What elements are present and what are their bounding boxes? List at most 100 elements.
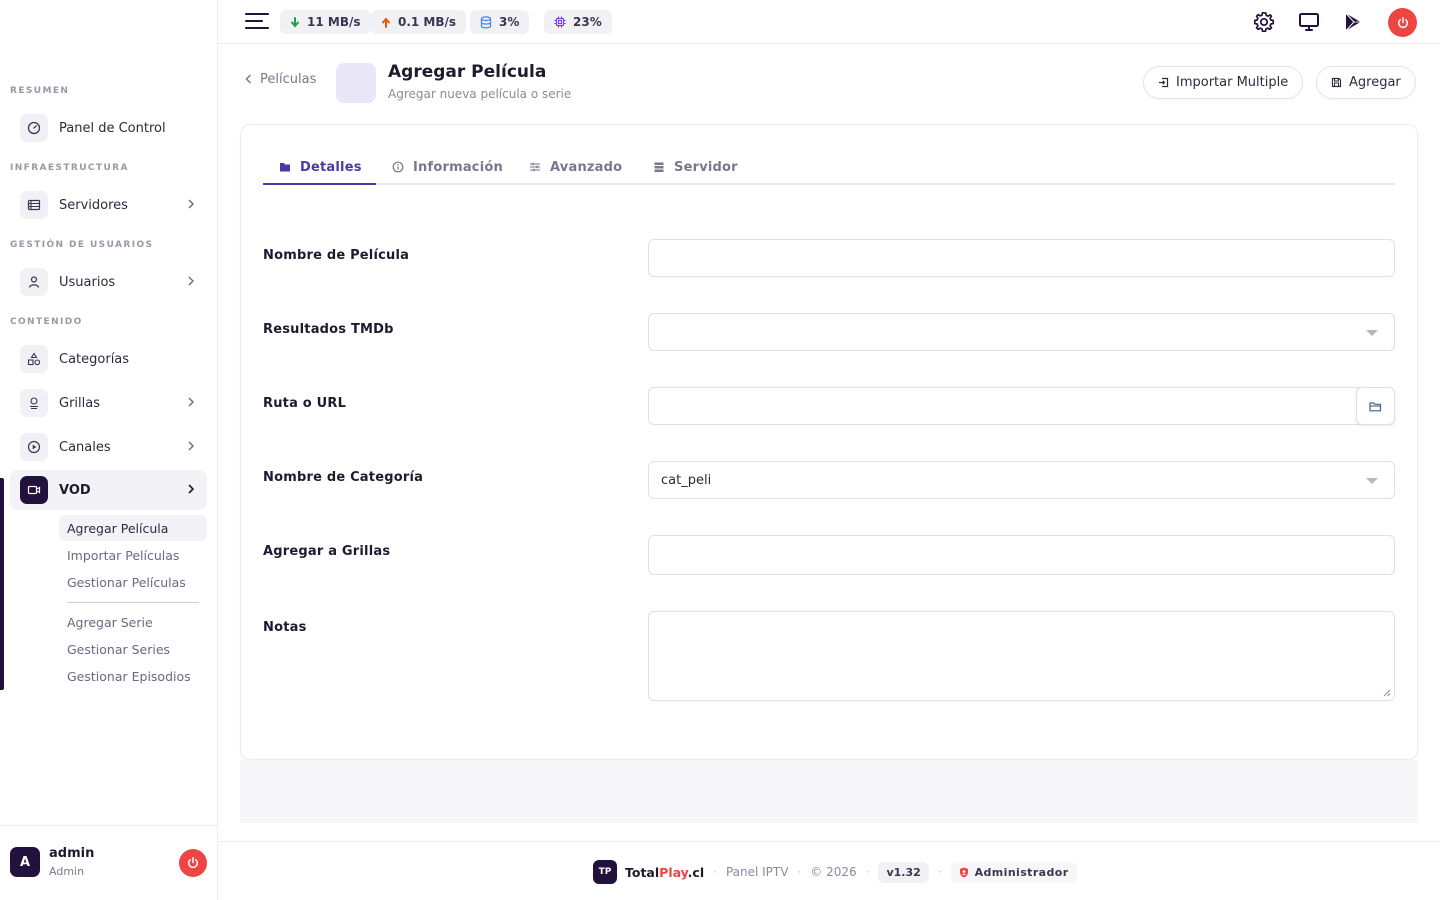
select-value: cat_peli: [661, 472, 712, 488]
folder-icon: [1369, 401, 1382, 411]
brand-suffix: .cl: [687, 864, 705, 880]
sidebar-item-servidores[interactable]: Servidores: [10, 185, 207, 225]
resize-handle-icon[interactable]: [1383, 689, 1391, 697]
add-label: Agregar: [1349, 75, 1401, 90]
user-name: admin: [49, 846, 95, 861]
nombre-pelicula-input[interactable]: [648, 239, 1395, 277]
categories-icon: [20, 345, 48, 373]
tabs: Detalles Información Avanzado Servidor: [263, 149, 1395, 185]
user-box: A admin Admin: [0, 825, 218, 900]
avatar[interactable]: A: [10, 847, 40, 877]
active-indicator: [0, 478, 4, 690]
section-title-gestion-usuarios: GESTIÓN DE USUARIOS: [10, 240, 154, 250]
section-title-infraestructura: INFRAESTRUCTURA: [10, 163, 129, 173]
stat-download: 11 MB/s: [280, 10, 371, 34]
browse-folder-button[interactable]: [1356, 387, 1395, 425]
chevron-right-icon: [187, 483, 207, 497]
label-notas: Notas: [263, 620, 307, 635]
sidebar-item-usuarios[interactable]: Usuarios: [10, 262, 207, 302]
brand-highlight: Play: [659, 864, 688, 880]
brand-name: TotalPlay.cl: [625, 865, 704, 880]
submenu-gestionar-series[interactable]: Gestionar Series: [59, 636, 207, 662]
chevron-down-icon: [1366, 330, 1378, 336]
tab-label: Avanzado: [550, 159, 623, 175]
back-label: Películas: [260, 72, 317, 87]
sidebar-item-label: Panel de Control: [59, 120, 166, 136]
submenu-agregar-pelicula[interactable]: Agregar Película: [59, 515, 207, 541]
play-store-button[interactable]: [1341, 10, 1365, 34]
monitor-button[interactable]: [1297, 10, 1321, 34]
sidebar-item-label: Canales: [59, 439, 111, 455]
content-background: [240, 760, 1418, 823]
add-button[interactable]: Agregar: [1316, 66, 1416, 99]
page-subtitle: Agregar nueva película o serie: [388, 87, 572, 101]
monitor-icon: [1299, 13, 1319, 31]
sidebar-item-canales[interactable]: Canales: [10, 427, 207, 467]
label-agregar-grillas: Agregar a Grillas: [263, 544, 391, 559]
brand-logo: TP: [593, 860, 617, 884]
server-icon: [653, 161, 665, 173]
tab-informacion[interactable]: Información: [392, 149, 503, 185]
upload-arrow-icon: [381, 16, 391, 28]
ruta-url-input[interactable]: [648, 387, 1395, 425]
sidebar-item-panel-de-control[interactable]: Panel de Control: [10, 108, 207, 148]
dashboard-icon: [20, 114, 48, 142]
submenu-gestionar-episodios[interactable]: Gestionar Episodios: [59, 663, 207, 689]
page-title: Agregar Película: [388, 62, 547, 82]
power-button[interactable]: [1388, 8, 1417, 37]
user-role: Admin: [49, 865, 85, 878]
tab-detalles[interactable]: Detalles: [279, 149, 362, 185]
notas-textarea[interactable]: [648, 611, 1395, 701]
sidebar-item-categorias[interactable]: Categorías: [10, 339, 207, 379]
panel-label: Panel IPTV: [725, 865, 789, 879]
sidebar-item-label: Servidores: [59, 197, 128, 213]
stat-value: 0.1 MB/s: [398, 15, 457, 29]
submenu-gestionar-peliculas[interactable]: Gestionar Películas: [59, 569, 207, 595]
sidebar-item-label: VOD: [59, 482, 91, 498]
label-nombre-pelicula: Nombre de Película: [263, 248, 410, 263]
sidebar-item-label: Categorías: [59, 351, 130, 367]
hamburger-menu-icon[interactable]: [245, 13, 269, 31]
stat-upload: 0.1 MB/s: [371, 10, 467, 34]
label-resultados-tmdb: Resultados TMDb: [263, 322, 394, 337]
back-link[interactable]: Películas: [245, 72, 316, 87]
import-multiple-button[interactable]: Importar Multiple: [1143, 66, 1304, 99]
chevron-right-icon: [187, 275, 207, 289]
sidebar-item-vod[interactable]: VOD: [10, 470, 207, 510]
sliders-icon: [529, 161, 541, 173]
form-card: Detalles Información Avanzado Servidor N…: [240, 124, 1418, 760]
play-store-icon: [1345, 13, 1361, 31]
tab-label: Información: [413, 159, 503, 175]
tab-avanzado[interactable]: Avanzado: [529, 149, 622, 185]
settings-button[interactable]: [1252, 10, 1276, 34]
footer-info: TP TotalPlay.cl · Panel IPTV · © 2026 · …: [593, 860, 1077, 884]
tab-servidor[interactable]: Servidor: [653, 149, 738, 185]
brand-prefix: Total: [625, 864, 660, 880]
chevron-right-icon: [187, 440, 207, 454]
submenu-importar-peliculas[interactable]: Importar Películas: [59, 542, 207, 568]
label-ruta-url: Ruta o URL: [263, 396, 347, 411]
logout-button[interactable]: [179, 849, 207, 877]
sidebar-item-label: Grillas: [59, 395, 100, 411]
sidebar: RESUMEN Panel de Control INFRAESTRUCTURA…: [0, 0, 218, 900]
submenu-agregar-serie[interactable]: Agregar Serie: [59, 609, 207, 635]
database-icon: [480, 15, 492, 29]
resultados-tmdb-select[interactable]: [648, 313, 1395, 351]
download-arrow-icon: [290, 16, 300, 28]
tab-label: Servidor: [674, 159, 738, 175]
submenu-divider: [67, 602, 199, 603]
section-title-resumen: RESUMEN: [10, 86, 70, 96]
save-icon: [1331, 77, 1342, 88]
agregar-grillas-multiselect[interactable]: [648, 535, 1395, 575]
gear-icon: [1253, 11, 1275, 33]
power-icon: [187, 857, 199, 869]
stat-value: 11 MB/s: [307, 15, 361, 29]
cpu-icon: [554, 16, 566, 28]
stat-disk: 3%: [470, 10, 530, 34]
sidebar-item-label: Usuarios: [59, 274, 116, 290]
version-badge: v1.32: [878, 861, 929, 883]
sidebar-item-grillas[interactable]: Grillas: [10, 383, 207, 423]
topbar: 11 MB/s 0.1 MB/s 3% 23%: [218, 0, 1440, 44]
nombre-categoria-select[interactable]: cat_peli: [648, 461, 1395, 499]
stat-value: 23%: [573, 15, 602, 29]
